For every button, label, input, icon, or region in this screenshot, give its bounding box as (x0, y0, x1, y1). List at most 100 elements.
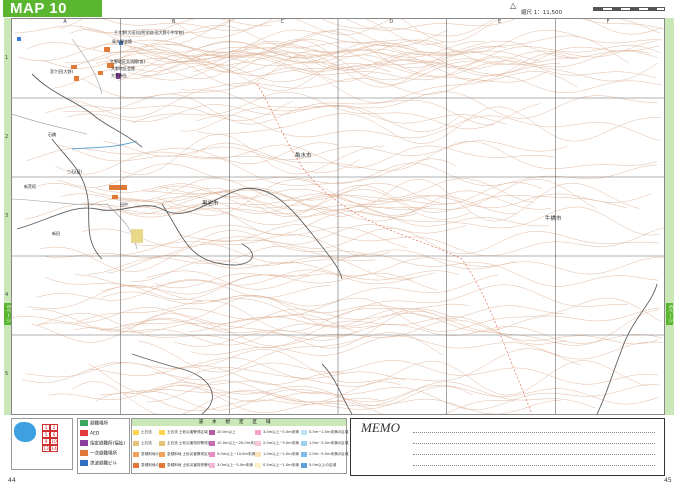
tsunami-building-icon (80, 460, 88, 466)
symbol-row: 避難場所 (80, 420, 108, 428)
legend-table-title: 浸水想定区域 (132, 419, 346, 426)
legend-cell-label: 3.0m以上~5.0m未満 (263, 430, 299, 434)
legend-swatch (133, 451, 139, 457)
legend-swatch (255, 440, 261, 446)
inset-cell[interactable]: 14 (50, 445, 58, 452)
memo-line (413, 432, 655, 433)
legend-table-cell: 10.0m以上~20.0m未満 (209, 439, 255, 447)
legend-cell-label: 0.5m以上~1.0m未満 (263, 463, 299, 467)
symbol-label: 一次避難場所 (90, 451, 117, 457)
memo-box[interactable]: MEMO (350, 418, 665, 476)
legend-cell-label: 1.0m~2.0m未満の区域 (309, 441, 349, 445)
grid-column-label: E (498, 19, 502, 25)
place-label-city2: 黒岩市 (202, 201, 219, 207)
topographic-map[interactable]: 亀水市 黒岩市 牛橋市 千大野(大田)自然学校(旧大野小中学校) 鳥大野会館 大… (11, 18, 665, 415)
map-title: MAP 10 (3, 0, 102, 17)
legend-table-cell: 急傾斜地 土砂災害警戒区域 (159, 450, 209, 458)
symbol-label: 避難場所 (90, 421, 108, 427)
legend-swatch (301, 440, 307, 446)
legend-swatch (301, 462, 307, 468)
map-canvas (12, 19, 664, 414)
legend-swatch (209, 440, 215, 446)
legend-swatch (255, 451, 261, 457)
symbol-row: 一次避難場所 (80, 450, 117, 458)
legend-cell-label: 5.0m以上~10.0m未満 (217, 452, 255, 456)
inset-cell[interactable]: 1 (42, 424, 50, 431)
scale-bar (593, 7, 665, 11)
legend-table-cell: 0.5m~1.0m未満の区域 (301, 428, 349, 436)
grid-row-label: 1 (5, 54, 9, 61)
aed-icon (80, 430, 88, 436)
legend-table-cell: 急傾斜地の崩壊 (133, 450, 159, 458)
legend-swatch (209, 451, 215, 457)
inset-cell[interactable]: 10 (50, 438, 58, 445)
legend-table-cell: 土石流 (133, 439, 159, 447)
legend-table-cell: 2.0m~5.0m未満の区域 (301, 450, 349, 458)
legend-swatch (133, 440, 139, 446)
page-number-right: 45 (664, 477, 672, 484)
legend-table-cell: 1.0m以上~2.0m未満 (255, 450, 301, 458)
legend-table-cell: 20.0m以上 (209, 428, 255, 436)
place-label-city3: 牛橋市 (545, 216, 562, 222)
legend-table-cell: 急傾斜地の崩壊 (133, 461, 159, 469)
legend-swatch (159, 451, 165, 457)
poi-label: 新荒宿 (24, 184, 36, 189)
legend-cell-label: 土石流 (141, 441, 152, 445)
memo-title: MEMO (361, 420, 400, 435)
poi-label: 千大野(大田)自然学校(旧大野小中学校) (114, 30, 185, 35)
symbol-label: 指定避難所(福祉) (90, 441, 126, 447)
legend-swatch (133, 429, 139, 435)
hazard-legend-table: 浸水想定区域 土石流 土石流 土砂災害警戒区域 20.0m以上 3.0m以上~5.0m… (131, 418, 349, 474)
legend-table-cell: 急傾斜地 土砂災害特別警戒区域 (159, 461, 209, 469)
inset-sea (14, 422, 36, 442)
legend-swatch (301, 429, 307, 435)
grid-column-label: B (172, 19, 176, 25)
poi-label: 大野神社 (111, 73, 127, 78)
memo-line (413, 465, 655, 466)
symbol-label: 津波避難ビル (90, 461, 117, 467)
legend-cell-label: 急傾斜地 土砂災害特別警戒区域 (167, 463, 209, 467)
north-arrow-icon: △ (510, 1, 517, 10)
legend-table-cell: 土石流 土砂災害特別警戒区域 (159, 439, 209, 447)
poi-label: 大野地区会館 (111, 66, 135, 71)
symbol-row: AED (80, 430, 99, 438)
legend-swatch (159, 440, 165, 446)
inset-cell[interactable]: 6 (50, 431, 58, 438)
right-page-tab[interactable]: 6ページ (666, 303, 673, 325)
legend-cell-label: 土石流 土砂災害特別警戒区域 (167, 441, 209, 445)
legend-cell-label: 2.0m~5.0m未満の区域 (309, 452, 349, 456)
memo-line (413, 443, 655, 444)
inset-map[interactable]: 1 2 5 6 9 10 13 14 (11, 418, 73, 470)
legend-cell-label: 2.0m以上~3.0m未満 (263, 441, 299, 445)
memo-line (413, 454, 655, 455)
page-number-left: 44 (8, 477, 16, 484)
inset-cell[interactable]: 2 (50, 424, 58, 431)
poi-label: 鳥大野会館 (112, 39, 132, 44)
legend-cell-label: 3.0m以上~5.0m未満 (217, 463, 253, 467)
left-page-tab[interactable]: 6ページ (4, 303, 11, 325)
poi-label: 田中 (120, 202, 128, 207)
legend-cell-label: 急傾斜地の崩壊 (141, 452, 159, 456)
legend-swatch (209, 429, 215, 435)
legend-cell-label: 0.5m~1.0m未満の区域 (309, 430, 349, 434)
right-margin-bar: 6ページ (665, 18, 674, 415)
place-label-city1: 亀水市 (295, 153, 312, 159)
poi-label: 新田 (52, 231, 60, 236)
legend-cell-label: 20.0m以上 (217, 430, 236, 434)
legend-table-cell: 5.0m以上~10.0m未満 (209, 450, 255, 458)
legend-table-cell: 2.0m以上~3.0m未満 (255, 439, 301, 447)
inset-cell[interactable]: 5 (42, 431, 50, 438)
grid-row-label: 4 (5, 291, 9, 298)
symbol-label: AED (90, 431, 100, 437)
legend-cell-label: 土石流 土砂災害警戒区域 (167, 430, 208, 434)
legend-swatch (255, 429, 261, 435)
primary-evacuation-icon (80, 450, 88, 456)
inset-cell[interactable]: 13 (42, 445, 50, 452)
legend-swatch (159, 462, 165, 468)
legend-swatch (301, 451, 307, 457)
poi-label: 石橋 (48, 132, 56, 137)
legend-table-cell: 5.0m以上の区域 (301, 461, 349, 469)
evacuation-site-icon (80, 420, 88, 426)
inset-cell[interactable]: 9 (42, 438, 50, 445)
legend-table-cell: 1.0m~2.0m未満の区域 (301, 439, 349, 447)
